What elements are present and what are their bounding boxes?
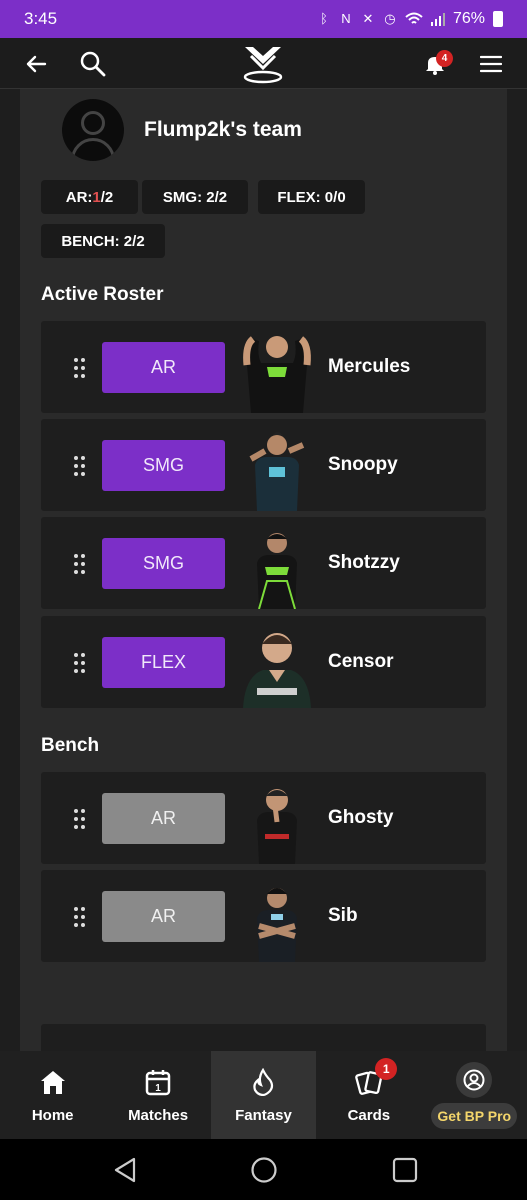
cards-badge: 1	[375, 1058, 398, 1080]
position-badge[interactable]: AR	[102, 342, 225, 393]
ar-count-chip: AR: 1/2	[41, 180, 138, 214]
smg-count-chip: SMG: 2/2	[142, 180, 248, 214]
player-name: Sib	[328, 905, 358, 926]
player-photo	[237, 423, 317, 511]
player-photo	[237, 776, 317, 864]
team-name: Flump2k's team	[144, 118, 302, 141]
avatar-head	[81, 111, 105, 135]
circle-home-icon	[251, 1157, 277, 1183]
hamburger-menu-icon	[480, 55, 502, 72]
battery-icon	[493, 11, 503, 27]
flex-count-chip: FLEX: 0/0	[258, 180, 365, 214]
player-name: Snoopy	[328, 454, 398, 475]
status-time: 3:45	[24, 9, 58, 28]
ar-chip-label: AR:	[65, 188, 93, 206]
player-photo	[237, 874, 317, 962]
back-button[interactable]	[20, 38, 52, 89]
system-back-button[interactable]	[110, 1155, 140, 1185]
position-badge[interactable]: SMG	[102, 538, 225, 589]
position-badge[interactable]: SMG	[102, 440, 225, 491]
ar-chip-total: /2	[100, 188, 114, 206]
active-roster-title: Active Roster	[41, 284, 164, 305]
player-photo	[237, 620, 317, 708]
search-icon	[80, 51, 106, 76]
nav-home[interactable]: Home	[0, 1051, 105, 1139]
roster-card[interactable]: SMG Shotzzy	[41, 517, 486, 609]
drag-handle-icon[interactable]	[74, 358, 86, 378]
drag-handle-icon[interactable]	[74, 653, 86, 673]
get-pro-label: Get BP Pro	[431, 1103, 518, 1129]
nfc-icon: N	[341, 11, 351, 26]
drag-handle-icon[interactable]	[74, 456, 86, 476]
nav-cards[interactable]: 1 Cards	[316, 1051, 421, 1139]
user-circle-icon	[456, 1062, 493, 1098]
notification-badge: 4	[436, 50, 453, 67]
player-name: Shotzzy	[328, 552, 400, 573]
signal-icon	[430, 13, 445, 26]
brand-logo-icon	[243, 46, 283, 83]
roster-card[interactable]: FLEX Censor	[41, 616, 486, 708]
home-icon	[39, 1067, 67, 1097]
player-photo	[237, 325, 317, 413]
drag-handle-icon[interactable]	[74, 554, 86, 574]
svg-text:1: 1	[155, 1083, 161, 1094]
square-recents-icon	[392, 1157, 418, 1183]
triangle-back-icon	[114, 1157, 136, 1183]
bench-title: Bench	[41, 735, 100, 756]
nav-fantasy[interactable]: Fantasy	[210, 1051, 317, 1139]
wifi-icon	[405, 12, 423, 24]
bench-card[interactable]: AR Sib	[41, 870, 486, 962]
nav-matches-label: Matches	[128, 1107, 189, 1124]
player-photo	[237, 521, 317, 609]
team-avatar	[62, 99, 124, 161]
player-name: Ghosty	[328, 807, 394, 828]
alarm-icon: ◷	[384, 11, 396, 26]
mute-icon: ✕	[362, 11, 374, 26]
nav-cards-label: Cards	[347, 1107, 391, 1124]
flame-icon	[252, 1067, 274, 1097]
system-nav-bar	[0, 1139, 527, 1200]
ar-chip-filled: 1	[92, 188, 101, 206]
nav-matches[interactable]: 1 Matches	[105, 1051, 210, 1139]
system-home-button[interactable]	[249, 1155, 279, 1185]
position-badge[interactable]: FLEX	[102, 637, 225, 688]
nav-fantasy-label: Fantasy	[235, 1107, 292, 1124]
search-button[interactable]	[77, 38, 109, 89]
nav-home-label: Home	[31, 1107, 74, 1124]
status-icons: ᛒ N ✕ ◷ 76%	[317, 10, 503, 28]
battery-percent: 76%	[452, 10, 485, 27]
player-name: Mercules	[328, 356, 411, 377]
additional-panel	[41, 1024, 486, 1051]
bluetooth-icon: ᛒ	[320, 11, 328, 26]
bottom-nav: Home 1 Matches Fantasy 1 Cards Get BP Pr…	[0, 1051, 527, 1139]
drag-handle-icon[interactable]	[74, 809, 86, 829]
app-bar: 4	[0, 38, 527, 89]
drag-handle-icon[interactable]	[74, 907, 86, 927]
status-bar: 3:45 ᛒ N ✕ ◷ 76%	[0, 0, 527, 38]
team-header: Flump2k's team	[62, 99, 302, 161]
roster-card[interactable]: AR Mercules	[41, 321, 486, 413]
position-badge[interactable]: AR	[102, 891, 225, 942]
roster-card[interactable]: SMG Snoopy	[41, 419, 486, 511]
avatar-shoulders	[71, 138, 115, 161]
player-name: Censor	[328, 651, 394, 672]
fantasy-team-panel: Flump2k's team AR: 1/2 SMG: 2/2 FLEX: 0/…	[20, 89, 507, 1051]
logo[interactable]	[238, 38, 288, 89]
calendar-icon: 1	[145, 1067, 171, 1097]
bench-card[interactable]: AR Ghosty	[41, 772, 486, 864]
menu-button[interactable]	[478, 38, 504, 89]
system-recents-button[interactable]	[390, 1155, 420, 1185]
position-badge[interactable]: AR	[102, 793, 225, 844]
bench-count-chip: BENCH: 2/2	[41, 224, 165, 258]
nav-get-pro[interactable]: Get BP Pro	[422, 1051, 527, 1139]
back-arrow-icon	[26, 55, 47, 72]
